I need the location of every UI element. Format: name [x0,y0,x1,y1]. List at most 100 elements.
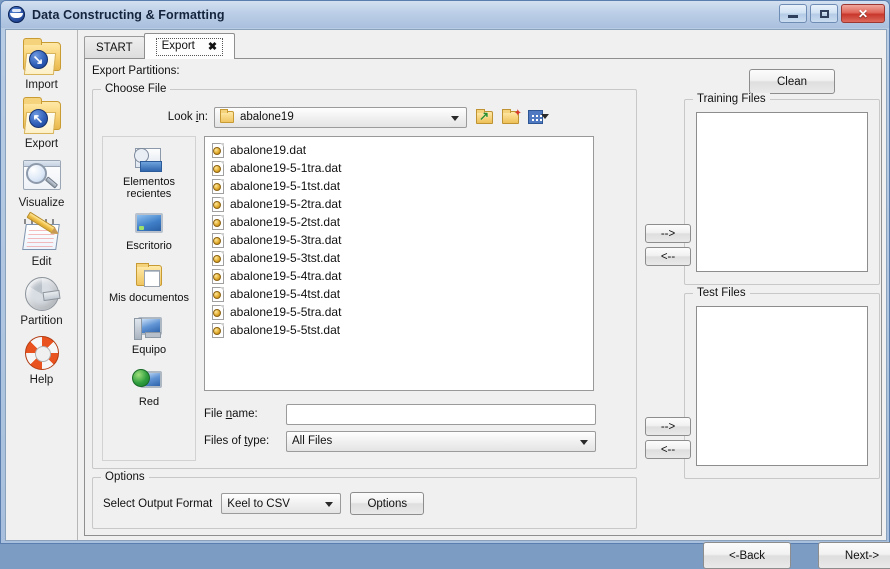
file-name: abalone19-5-3tra.dat [230,233,342,247]
create-new-folder-icon[interactable]: ✦ [501,107,522,126]
close-icon: ✕ [857,6,869,21]
look-in-combo[interactable]: abalone19 [214,106,467,128]
file-name-label: File name: [204,408,258,420]
data-file-icon [212,178,225,194]
places-bar: Elementos recientes Escritorio Mis docum… [102,136,196,461]
place-recent-items[interactable]: Elementos recientes [103,146,195,200]
export-partitions-label: Export Partitions: [92,65,180,77]
sidebar-item-edit[interactable]: Edit [8,211,76,268]
application-window: Data Constructing & Formatting ✕ ↘ Impor… [0,0,890,569]
file-list-item[interactable]: abalone19-5-1tra.dat [209,159,593,177]
data-file-icon [212,286,225,302]
next-button[interactable]: Next-> [818,542,890,569]
select-output-format-label: Select Output Format [103,497,213,510]
file-name: abalone19-5-1tst.dat [230,179,341,193]
file-list-item[interactable]: abalone19.dat [209,141,593,159]
sidebar-item-visualize[interactable]: Visualize [8,154,76,209]
file-list-item[interactable]: abalone19-5-2tst.dat [209,213,593,231]
file-name: abalone19-5-1tra.dat [230,161,342,175]
options-group-title: Options [101,471,149,483]
folder-icon [220,109,234,123]
sidebar-item-label: Visualize [18,197,65,209]
remove-from-training-button[interactable]: <-- [645,247,691,266]
file-list-item[interactable]: abalone19-5-2tra.dat [209,195,593,213]
client-area: ↘ Import ↖ Export Visualize Edit Partiti… [5,29,890,569]
place-desktop[interactable]: Escritorio [103,210,195,252]
sidebar-item-export[interactable]: ↖ Export [8,95,76,150]
file-name: abalone19-5-2tra.dat [230,197,342,211]
remove-from-test-button[interactable]: <-- [645,440,691,459]
place-computer[interactable]: Equipo [103,314,195,356]
network-icon [132,366,166,394]
view-menu-icon[interactable] [527,107,549,126]
close-button[interactable]: ✕ [841,4,885,23]
output-format-row: Select Output Format Keel to CSV Options [103,492,425,515]
choose-file-title: Choose File [101,83,171,95]
place-label: Mis documentos [108,292,190,304]
chevron-down-icon [451,115,459,121]
sidebar-item-label: Partition [20,315,63,327]
test-files-title: Test Files [693,287,750,299]
training-transfer-buttons: --> <-- [645,224,691,266]
output-format-value: Keel to CSV [227,497,290,510]
file-name-input[interactable] [286,403,596,425]
window-title: Data Constructing & Formatting [32,7,225,22]
tab-export[interactable]: Export ✖ [143,33,236,59]
sidebar-item-label: Export [24,138,59,150]
title-bar: Data Constructing & Formatting ✕ [1,1,889,28]
left-sidebar: ↘ Import ↖ Export Visualize Edit Partiti… [6,30,78,540]
data-file-icon [212,196,225,212]
output-format-combo[interactable]: Keel to CSV [221,493,342,514]
minimize-icon [788,15,798,18]
tab-strip: START Export ✖ [84,33,882,59]
file-list-item[interactable]: abalone19-5-4tra.dat [209,267,593,285]
sidebar-item-help[interactable]: Help [8,331,76,386]
pie-chart-icon [19,272,65,314]
files-of-type-label: Files of type: [204,435,270,447]
import-folder-icon: ↘ [19,36,65,78]
sidebar-item-label: Help [29,374,54,386]
file-list-item[interactable]: abalone19-5-3tra.dat [209,231,593,249]
add-to-test-button[interactable]: --> [645,417,691,436]
sidebar-item-import[interactable]: ↘ Import [8,36,76,91]
place-network[interactable]: Red [103,366,195,408]
files-of-type-value: All Files [292,435,333,447]
chevron-down-icon [325,502,334,507]
tab-start[interactable]: START [84,36,145,59]
data-file-icon [212,322,225,338]
tab-panel: Export Partitions: Choose File Look in: … [84,58,890,569]
options-button[interactable]: Options [350,492,425,515]
file-list-item[interactable]: abalone19-5-3tst.dat [209,249,593,267]
export-folder-icon: ↖ [19,95,65,137]
tab-close-icon[interactable]: ✖ [208,40,217,53]
tab-label: Export [161,40,195,52]
file-name: abalone19-5-2tst.dat [230,215,341,229]
look-in-label: Look in: [167,111,208,123]
look-in-value: abalone19 [240,111,294,123]
place-my-documents[interactable]: Mis documentos [103,262,195,304]
file-chooser-toolbar: ↗ ✦ [475,107,549,126]
add-to-training-button[interactable]: --> [645,224,691,243]
look-in-row: Look in: abalone19 [94,106,635,128]
sidebar-item-partition[interactable]: Partition [8,272,76,327]
minimize-button[interactable] [779,4,807,23]
tab-label: START [96,42,133,54]
back-button[interactable]: <-Back [703,542,791,569]
files-of-type-row: Files of type: All Files [204,430,596,452]
main-panel: START Export ✖ Export Partitions: Choose… [78,30,890,569]
recent-items-icon [132,146,166,174]
file-name: abalone19-5-5tst.dat [230,323,341,337]
file-list[interactable]: abalone19.dat abalone19-5-1tra.dat abalo… [204,136,594,391]
file-list-item[interactable]: abalone19-5-4tst.dat [209,285,593,303]
file-list-item[interactable]: abalone19-5-5tst.dat [209,321,593,339]
up-one-level-icon[interactable]: ↗ [475,107,496,126]
file-list-item[interactable]: abalone19-5-1tst.dat [209,177,593,195]
training-files-listbox[interactable] [696,112,868,272]
maximize-button[interactable] [810,4,838,23]
files-of-type-combo[interactable]: All Files [286,430,596,452]
clean-button[interactable]: Clean [749,69,835,94]
file-list-item[interactable]: abalone19-5-5tra.dat [209,303,593,321]
file-name: abalone19-5-4tst.dat [230,287,341,301]
chevron-down-icon [580,439,588,445]
test-files-listbox[interactable] [696,306,868,466]
